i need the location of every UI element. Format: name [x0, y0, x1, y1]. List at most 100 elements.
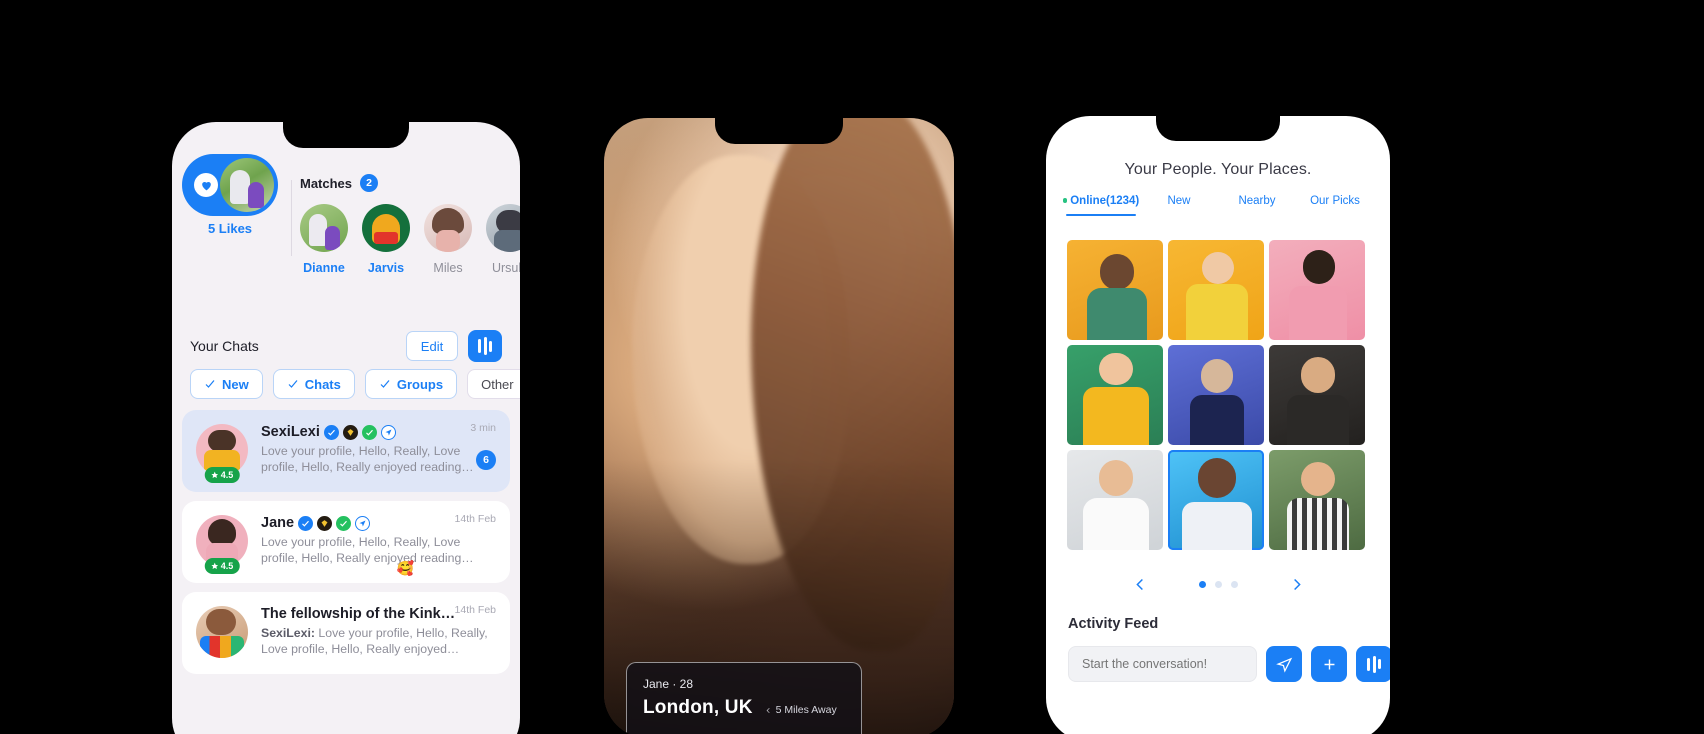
avatar-wrap: 4.5: [196, 424, 248, 483]
activity-feed-title: Activity Feed: [1068, 616, 1159, 632]
chat-sender: SexiLexi:: [261, 626, 315, 640]
check-icon: [205, 380, 215, 388]
filter-chip-other[interactable]: Other: [467, 369, 520, 399]
chat-snippet: Love your profile, Hello, Really, Love p…: [261, 535, 474, 565]
phone-profile: Jane · 28 London, UK 5 Miles Away: [604, 118, 954, 734]
match-item-ursula[interactable]: Ursula: [486, 204, 520, 275]
send-icon[interactable]: [1266, 646, 1302, 682]
filter-chip-label: Chats: [304, 376, 341, 392]
page-title: Your People. Your Places.: [1124, 161, 1312, 178]
page-dot[interactable]: [1198, 580, 1206, 588]
page-dot[interactable]: [1230, 580, 1238, 588]
filter-chip-label: Other: [481, 376, 514, 392]
grid-cell[interactable]: [1067, 450, 1163, 550]
matches-title: Matches: [300, 175, 353, 191]
chat-snippet: SexiLexi: Love your profile, Hello, Real…: [261, 626, 496, 657]
profile-name-age: Jane · 28: [643, 677, 694, 691]
verified-green-icon: [361, 424, 377, 440]
profile-city: London, UK: [643, 697, 753, 718]
avatar: [300, 204, 348, 252]
phone-notch: [715, 118, 843, 144]
phone-notch: [283, 122, 409, 148]
grid-cell[interactable]: [1168, 240, 1264, 340]
chat-timestamp: 3 min: [470, 422, 496, 434]
tab-label: New: [1167, 195, 1191, 207]
verified-blue-icon: [323, 424, 339, 440]
profile-distance-label: 5 Miles Away: [775, 704, 837, 716]
avatar: [486, 204, 520, 252]
your-chats-header: Your Chats Edit: [172, 317, 520, 375]
chat-row-jane[interactable]: 4.5 Jane Love your profile, Hello, Reall…: [182, 501, 510, 583]
chevron-left-icon: [766, 707, 770, 713]
unread-count-badge: 6: [476, 450, 496, 470]
check-icon: [288, 380, 298, 388]
rating-value: 4.5: [220, 470, 234, 480]
match-name: Ursula: [491, 261, 520, 275]
conversation-input[interactable]: [1068, 646, 1257, 682]
grid-cell[interactable]: [1269, 345, 1365, 445]
edit-button[interactable]: Edit: [406, 331, 458, 361]
profile-info-card[interactable]: Jane · 28 London, UK 5 Miles Away: [626, 662, 862, 734]
likes-label: 5 Likes: [207, 221, 253, 236]
premium-dark-icon: [342, 424, 358, 440]
chat-filter-row: New Chats Groups Other: [172, 369, 520, 399]
grid-cell[interactable]: [1269, 450, 1365, 550]
chat-row-fellowship[interactable]: The fellowship of the Kink… SexiLexi: Lo…: [182, 592, 510, 674]
page-dot[interactable]: [1214, 580, 1222, 588]
check-icon: [380, 380, 390, 388]
profile-distance: 5 Miles Away: [765, 704, 837, 719]
boost-icon: [355, 515, 371, 531]
rating-badge: 4.5: [204, 558, 240, 574]
tab-our-picks[interactable]: Our Picks: [1296, 195, 1374, 216]
plus-icon[interactable]: [1311, 646, 1347, 682]
matches-count-badge: 2: [360, 174, 379, 192]
activity-feed-composer: [1068, 646, 1390, 682]
sliders-icon[interactable]: [1356, 646, 1390, 682]
match-item-miles[interactable]: Miles: [424, 204, 472, 275]
next-page-button[interactable]: [1273, 577, 1319, 592]
filter-chip-new[interactable]: New: [190, 369, 263, 399]
reaction-emoji: 🥰: [396, 560, 414, 576]
sliders-icon[interactable]: [468, 330, 502, 362]
likes-avatar: [220, 158, 274, 212]
grid-cell[interactable]: [1067, 345, 1163, 445]
star-icon: [211, 471, 219, 478]
grid-pager: [1046, 564, 1390, 604]
tab-new[interactable]: New: [1140, 195, 1218, 216]
chat-name: SexiLexi: [261, 424, 320, 440]
matches-header: Matches 2: [300, 174, 520, 192]
filter-chip-groups[interactable]: Groups: [364, 369, 458, 399]
chat-name: The fellowship of the Kink…: [261, 606, 456, 622]
chat-timestamp: 14th Feb: [454, 513, 496, 525]
chat-snippet: Love your profile, Hello, Really, Love p…: [261, 444, 474, 474]
verified-green-icon: [336, 515, 352, 531]
boost-icon: [380, 424, 396, 440]
heart-icon: [194, 173, 218, 197]
tab-online[interactable]: Online(1234): [1062, 195, 1140, 216]
avatar-wrap: 4.5: [196, 515, 248, 574]
matches-list: Dianne Jarvis Miles Ursula: [300, 204, 520, 275]
grid-cell-selected[interactable]: [1168, 450, 1264, 550]
likes-card[interactable]: [182, 154, 278, 216]
profile-location-row: London, UK 5 Miles Away: [643, 697, 845, 719]
phone-chats: Likes 5 Likes Matches 2 Dianne: [172, 122, 520, 734]
tab-label: Our Picks: [1310, 195, 1360, 207]
chevron-left-icon: [1135, 578, 1143, 590]
match-name: Dianne: [303, 261, 345, 275]
chat-name-row: SexiLexi: [261, 424, 496, 440]
grid-cell[interactable]: [1269, 240, 1365, 340]
avatar: [424, 204, 472, 252]
chat-row-sexilexi[interactable]: 4.5 SexiLexi Love your profile, Hello, R…: [182, 410, 510, 492]
phone-discover: Your People. Your Places. Online(1234) N…: [1046, 116, 1390, 734]
filter-chip-chats[interactable]: Chats: [272, 369, 355, 399]
match-item-jarvis[interactable]: Jarvis: [362, 204, 410, 275]
chat-list: 4.5 SexiLexi Love your profile, Hello, R…: [172, 410, 520, 683]
match-item-dianne[interactable]: Dianne: [300, 204, 348, 275]
tab-nearby[interactable]: Nearby: [1218, 195, 1296, 216]
chat-name: Jane: [261, 515, 295, 531]
grid-cell[interactable]: [1168, 345, 1264, 445]
rating-badge: 4.5: [204, 467, 240, 483]
prev-page-button[interactable]: [1117, 577, 1163, 592]
star-icon: [211, 562, 219, 569]
grid-cell[interactable]: [1067, 240, 1163, 340]
